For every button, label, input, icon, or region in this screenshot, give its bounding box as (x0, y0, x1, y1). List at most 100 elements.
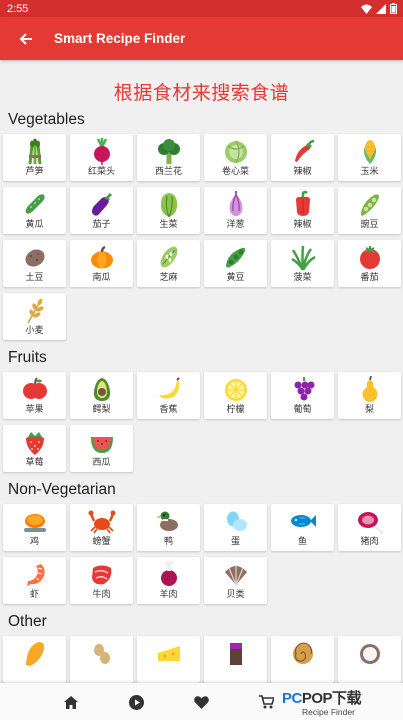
bread-icon (25, 642, 44, 666)
ingredient-sections: Vegetables 芦笋 红菜头 西兰花 卷心菜 辣椒 玉米 黄瓜 茄子 生菜 洋葱 辣椒 豌豆 土豆南… (0, 106, 403, 683)
beetroot-icon (93, 138, 110, 165)
onion-icon (229, 191, 242, 216)
nav-cart-button[interactable] (256, 692, 276, 712)
eggplant-icon (91, 192, 112, 216)
ingredient-label: 鸡 (29, 537, 39, 547)
ingredient-tile-pork[interactable]: 猪肉 (338, 504, 401, 551)
ingredient-tile-asparagus[interactable]: 芦笋 (3, 134, 66, 181)
ingredient-tile-soybean[interactable]: 黄豆 (204, 240, 267, 287)
play-icon (128, 694, 144, 710)
ingredient-label: 草莓 (25, 458, 44, 468)
status-bar: 2:55 (0, 0, 403, 17)
mutton-icon (160, 561, 177, 586)
ingredient-tile-cabbage[interactable]: 卷心菜 (204, 134, 267, 181)
ingredient-label: 西兰花 (154, 167, 182, 177)
ingredient-label: 豌豆 (360, 220, 379, 230)
ingredient-label: 螃蟹 (92, 537, 111, 547)
ingredient-tile-mutton[interactable]: 羊肉 (137, 557, 200, 604)
ingredient-tile-broccoli[interactable]: 西兰花 (137, 134, 200, 181)
ingredient-tile-eggplant[interactable]: 茄子 (70, 187, 133, 234)
ingredient-tile-pear[interactable]: 梨 (338, 372, 401, 419)
ingredient-tile-avocado[interactable]: 鳄梨 (70, 372, 133, 419)
ingredient-tile-potato[interactable]: 土豆 (3, 240, 66, 287)
chocolate-icon (229, 643, 242, 665)
battery-icon (390, 3, 397, 14)
ingredient-label: 洋葱 (226, 220, 245, 230)
crab-icon (88, 510, 115, 534)
ingredient-tile-strawberry[interactable]: 草莓 (3, 425, 66, 472)
ingredient-label: 芝麻 (159, 273, 178, 283)
ingredient-tile-tomato[interactable]: 番茄 (338, 240, 401, 287)
back-button[interactable] (6, 17, 46, 60)
ingredient-tile-sesame[interactable]: 芝麻 (137, 240, 200, 287)
ingredient-tile-peanut[interactable] (70, 636, 133, 683)
ingredient-tile-fish[interactable]: 鱼 (271, 504, 334, 551)
ingredient-tile-beef[interactable]: 牛肉 (70, 557, 133, 604)
nav-favorites-button[interactable] (191, 692, 211, 712)
ingredient-tile-peas[interactable]: 豌豆 (338, 187, 401, 234)
ingredient-tile-wheat[interactable]: 小麦 (3, 293, 66, 340)
potato-icon (24, 249, 45, 267)
wifi-icon (361, 4, 372, 14)
ingredient-label: 羊肉 (159, 590, 178, 600)
ingredient-label: 卷心菜 (221, 167, 249, 177)
ingredient-tile-watermelon[interactable]: 西瓜 (70, 425, 133, 472)
ingredient-tile-crab[interactable]: 螃蟹 (70, 504, 133, 551)
ingredient-tile-bell-pepper[interactable]: 辣椒 (271, 187, 334, 234)
ingredient-label: 黄瓜 (25, 220, 44, 230)
duck-icon (155, 511, 178, 531)
bell-pepper-icon (295, 190, 310, 216)
ingredient-tile-cheese[interactable] (137, 636, 200, 683)
ingredient-tile-lettuce[interactable]: 生菜 (137, 187, 200, 234)
nav-home-button[interactable] (61, 692, 81, 712)
ingredient-tile-banana[interactable]: 香蕉 (137, 372, 200, 419)
ingredient-tile-grapes[interactable]: 葡萄 (271, 372, 334, 419)
apple-icon (22, 377, 47, 399)
soybean-icon (225, 247, 245, 268)
ingredient-tile-corn[interactable]: 玉米 (338, 134, 401, 181)
ingredient-tile-shellfish[interactable]: 贝类 (204, 557, 267, 604)
ingredient-label: 红菜头 (87, 167, 115, 177)
ingredient-label: 虾 (29, 590, 39, 600)
ingredient-tile-egg[interactable]: 蛋 (204, 504, 267, 551)
coconut-icon (359, 644, 380, 664)
status-time: 2:55 (7, 2, 29, 15)
ingredient-label: 贝类 (226, 590, 245, 600)
strawberry-icon (25, 432, 44, 455)
ingredient-grid (0, 636, 403, 683)
ingredient-tile-beetroot[interactable]: 红菜头 (70, 134, 133, 181)
ingredient-tile-chili[interactable]: 辣椒 (271, 134, 334, 181)
ingredient-grid: 芦笋 红菜头 西兰花 卷心菜 辣椒 玉米 黄瓜 茄子 生菜 洋葱 辣椒 豌豆 土豆 南瓜 芝麻 黄豆 菠菜 番茄小… (0, 134, 403, 340)
spinach-icon (290, 245, 316, 271)
section-title-other: Other (8, 613, 47, 630)
ingredient-tile-bread[interactable] (3, 636, 66, 683)
ingredient-tile-chocolate[interactable] (204, 636, 267, 683)
ingredient-label: 鳄梨 (92, 405, 111, 415)
watermark-subtitle: Recipe Finder (302, 706, 355, 717)
ingredient-tile-cucumber[interactable]: 黄瓜 (3, 187, 66, 234)
ingredient-tile-cinnamon-roll[interactable] (271, 636, 334, 683)
grapes-icon (294, 377, 314, 401)
chili-icon (294, 139, 314, 162)
ingredient-tile-onion[interactable]: 洋葱 (204, 187, 267, 234)
ingredient-tile-chicken[interactable]: 鸡 (3, 504, 66, 551)
ingredient-label: 南瓜 (92, 273, 111, 283)
lettuce-icon (160, 193, 177, 218)
corn-icon (363, 140, 376, 164)
main-content[interactable]: 根据食材来搜索食谱 Vegetables 芦笋 红菜头 西兰花 卷心菜 辣椒 玉米 黄瓜 茄子生… (0, 60, 403, 683)
ingredient-label: 生菜 (159, 220, 178, 230)
ingredient-label: 鱼 (297, 537, 307, 547)
cinnamon-roll-icon (292, 642, 313, 664)
ingredient-tile-apple[interactable]: 苹果 (3, 372, 66, 419)
ingredient-tile-coconut[interactable] (338, 636, 401, 683)
ingredient-tile-lemon[interactable]: 柠檬 (204, 372, 267, 419)
watermark: PCPOP下载 Recipe Finder (280, 683, 403, 720)
ingredient-label: 番茄 (360, 273, 379, 283)
nav-play-button[interactable] (126, 692, 146, 712)
ingredient-tile-duck[interactable]: 鸭 (137, 504, 200, 551)
ingredient-tile-shrimp[interactable]: 虾 (3, 557, 66, 604)
ingredient-label: 芦笋 (25, 167, 44, 177)
ingredient-tile-pumpkin[interactable]: 南瓜 (70, 240, 133, 287)
ingredient-tile-spinach[interactable]: 菠菜 (271, 240, 334, 287)
section-title-non-vegetarian: Non-Vegetarian (8, 481, 116, 498)
